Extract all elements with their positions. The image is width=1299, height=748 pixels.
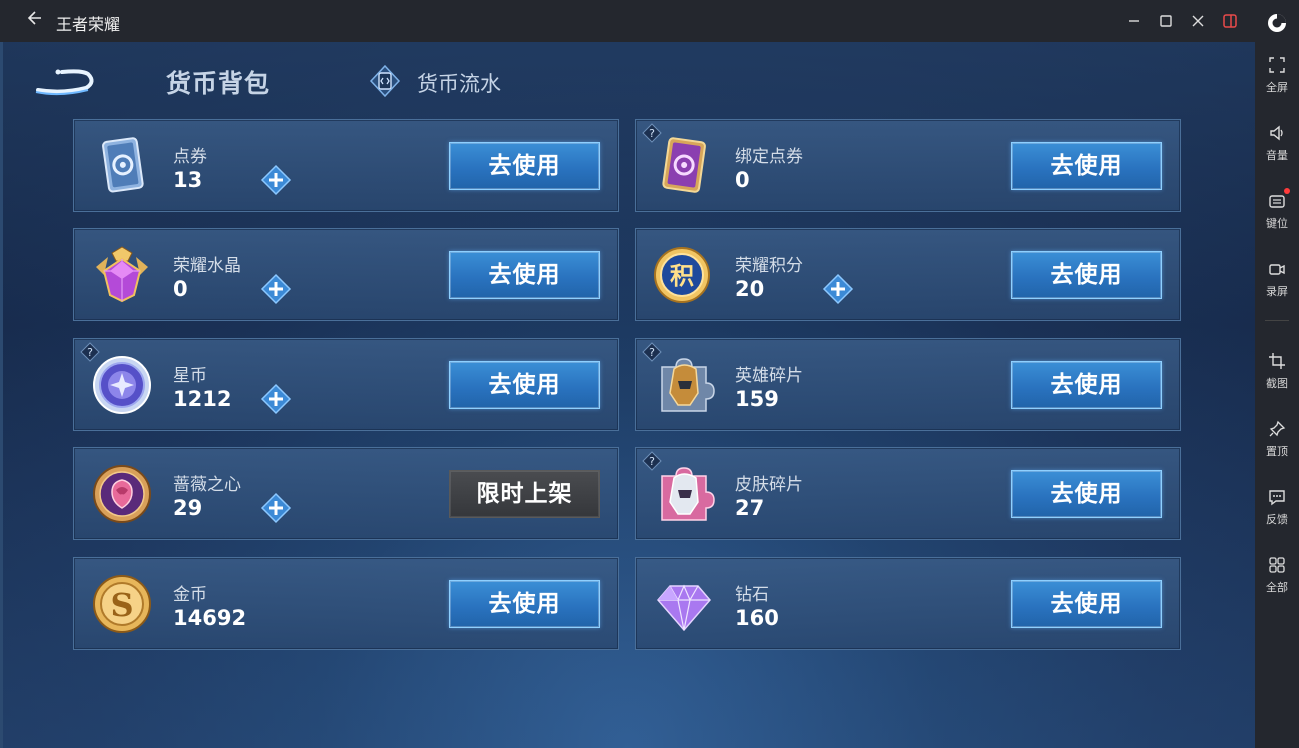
currency-name: 星币: [173, 366, 207, 386]
currency-value: 29: [173, 496, 203, 520]
sidebar-item-all[interactable]: 全部: [1255, 546, 1299, 602]
screen-edge: [0, 42, 3, 748]
tab-currency-flow[interactable]: 货币流水: [417, 68, 501, 98]
title-bar: 王者荣耀: [0, 0, 1255, 42]
notification-dot: [1284, 188, 1290, 194]
svg-text:积: 积: [670, 262, 694, 290]
currency-card-hero-fragment: ? 英雄碎片 159 去使用: [635, 338, 1181, 431]
currency-card-gold-coin: S 金币 14692 去使用: [73, 557, 619, 650]
add-rose-heart-icon[interactable]: [260, 492, 292, 524]
maximize-icon[interactable]: [1156, 11, 1176, 31]
window-title: 王者荣耀: [56, 15, 121, 34]
sidebar-item-volume[interactable]: 音量: [1255, 114, 1299, 170]
star-coin-icon: [90, 353, 154, 417]
sidebar-toggle-icon[interactable]: [1220, 11, 1240, 31]
currency-card-diamond: 钻石 160 去使用: [635, 557, 1181, 650]
glory-crystal-icon: [90, 243, 154, 307]
sidebar-item-pin[interactable]: 置顶: [1255, 410, 1299, 466]
currency-card-rose-heart: 蔷薇之心 29 限时上架: [73, 447, 619, 540]
limited-time-button[interactable]: 限时上架: [449, 470, 600, 518]
diamond-icon: [652, 572, 716, 636]
currency-name: 点券: [173, 147, 207, 167]
fullscreen-icon: [1266, 54, 1288, 76]
currency-value: 13: [173, 168, 203, 192]
sidebar-item-feedback[interactable]: 反馈: [1255, 478, 1299, 534]
use-glory-points-button[interactable]: 去使用: [1011, 251, 1162, 299]
currency-value: 1212: [173, 387, 232, 411]
sidebar-label: 置顶: [1266, 445, 1288, 458]
sidebar-item-fullscreen[interactable]: 全屏: [1255, 46, 1299, 102]
crop-icon: [1266, 350, 1288, 372]
currency-card-glory-points: 积 荣耀积分 20 去使用: [635, 228, 1181, 321]
sidebar-label: 反馈: [1266, 513, 1288, 526]
glory-points-icon: 积: [652, 243, 716, 307]
skin-fragment-icon: [652, 462, 716, 526]
currency-flow-icon[interactable]: [368, 64, 402, 98]
bound-voucher-icon: [652, 134, 716, 198]
add-glory-crystal-icon[interactable]: [260, 273, 292, 305]
currency-name: 蔷薇之心: [173, 475, 241, 495]
currency-card-skin-fragment: ? 皮肤碎片 27 去使用: [635, 447, 1181, 540]
use-diamond-button[interactable]: 去使用: [1011, 580, 1162, 628]
currency-name: 英雄碎片: [735, 366, 803, 386]
voucher-icon: [90, 134, 154, 198]
sidebar-item-keymap[interactable]: 键位: [1255, 182, 1299, 238]
sidebar-item-record[interactable]: 录屏: [1255, 250, 1299, 306]
feedback-icon: [1266, 486, 1288, 508]
sidebar-divider: [1265, 320, 1289, 321]
currency-value: 27: [735, 496, 765, 520]
hero-fragment-icon: [652, 353, 716, 417]
sidebar-item-screenshot[interactable]: 截图: [1255, 342, 1299, 398]
sidebar-label: 音量: [1266, 149, 1288, 162]
apps-icon: [1266, 554, 1288, 576]
currency-card-voucher: 点券 13 去使用: [73, 119, 619, 212]
add-star-coin-icon[interactable]: [260, 383, 292, 415]
minimize-icon[interactable]: [1124, 11, 1144, 31]
currency-value: 160: [735, 606, 779, 630]
currency-value: 14692: [173, 606, 247, 630]
tab-wallet[interactable]: 货币背包: [166, 64, 270, 100]
currency-name: 绑定点券: [735, 147, 803, 167]
back-button[interactable]: [32, 64, 96, 98]
currency-value: 20: [735, 277, 765, 301]
use-gold-coin-button[interactable]: 去使用: [449, 580, 600, 628]
currency-value: 0: [735, 168, 750, 192]
emulator-sidebar: 全屏 音量 键位 录屏 截图 置顶 反馈 全部: [1255, 0, 1299, 748]
add-voucher-icon[interactable]: [260, 164, 292, 196]
use-bound-voucher-button[interactable]: 去使用: [1011, 142, 1162, 190]
currency-name: 皮肤碎片: [735, 475, 803, 495]
use-voucher-button[interactable]: 去使用: [449, 142, 600, 190]
record-icon: [1266, 258, 1288, 280]
gold-coin-icon: S: [90, 572, 154, 636]
add-glory-points-icon[interactable]: [822, 273, 854, 305]
currency-value: 0: [173, 277, 188, 301]
game-screen: 货币背包 货币流水 点券 13 去使用 ? 绑定点券 0 去使用 荣耀水晶 0 …: [0, 42, 1255, 748]
currency-name: 钻石: [735, 585, 769, 605]
sidebar-label: 键位: [1266, 217, 1288, 230]
back-arrow-icon[interactable]: [22, 9, 46, 33]
currency-card-glory-crystal: 荣耀水晶 0 去使用: [73, 228, 619, 321]
svg-text:S: S: [110, 586, 133, 624]
rose-heart-icon: [90, 462, 154, 526]
pin-icon: [1266, 418, 1288, 440]
close-icon[interactable]: [1188, 11, 1208, 31]
use-star-coin-button[interactable]: 去使用: [449, 361, 600, 409]
currency-name: 荣耀积分: [735, 256, 803, 276]
use-hero-fragment-button[interactable]: 去使用: [1011, 361, 1162, 409]
currency-card-bound-voucher: ? 绑定点券 0 去使用: [635, 119, 1181, 212]
volume-icon: [1266, 122, 1288, 144]
app-logo-icon: [1266, 12, 1288, 34]
use-glory-crystal-button[interactable]: 去使用: [449, 251, 600, 299]
use-skin-fragment-button[interactable]: 去使用: [1011, 470, 1162, 518]
sidebar-label: 录屏: [1266, 285, 1288, 298]
sidebar-label: 截图: [1266, 377, 1288, 390]
sidebar-label: 全部: [1266, 581, 1288, 594]
sidebar-label: 全屏: [1266, 81, 1288, 94]
currency-card-star-coin: ? 星币 1212 去使用: [73, 338, 619, 431]
currency-name: 金币: [173, 585, 207, 605]
currency-name: 荣耀水晶: [173, 256, 241, 276]
keyboard-icon: [1266, 188, 1290, 212]
currency-value: 159: [735, 387, 779, 411]
